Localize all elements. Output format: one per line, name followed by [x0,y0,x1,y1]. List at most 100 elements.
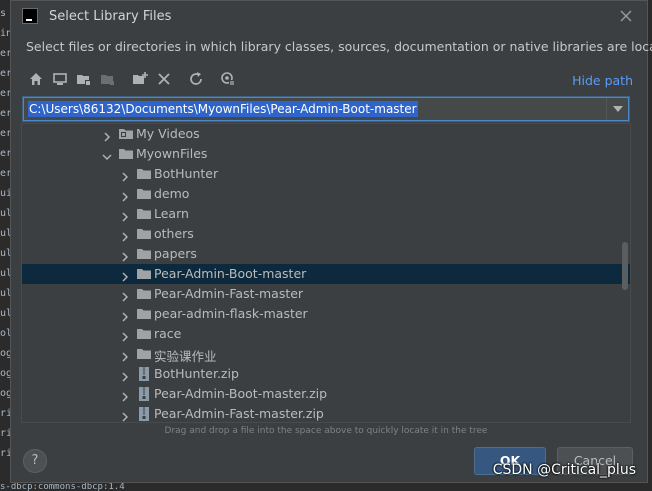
tree-row[interactable]: My Videos [22,124,630,144]
background-text-fragment: ul [0,308,10,319]
chevron-right-icon[interactable] [120,368,130,382]
background-status-text: s-dbcp:commons-dbcp:1.4 [0,483,652,491]
background-text-fragment: ri [0,408,10,419]
tree-row[interactable]: Learn [22,204,630,224]
tree-row-label: pear-admin-flask-master [154,306,308,321]
tree-row[interactable]: Pear-Admin-Fast-master.zip [22,404,630,422]
background-text-fragment: ri [0,448,10,459]
folder-icon [136,166,152,182]
tree-row-label: BotHunter.zip [154,366,239,381]
tree-row[interactable]: BotHunter [22,164,630,184]
chevron-right-icon[interactable] [120,228,130,242]
path-dropdown-button[interactable] [606,98,628,120]
zip-archive-icon [136,386,152,402]
chevron-right-icon[interactable] [120,408,130,422]
tree-row-label: race [154,326,182,341]
chevron-right-icon[interactable] [120,288,130,302]
folder-icon [118,146,134,162]
background-text-fragment: in [0,28,10,39]
background-text-fragment: er [0,148,10,159]
tree-row[interactable]: 实验课作业 [22,344,630,364]
tree-row[interactable]: Pear-Admin-Fast-master [22,284,630,304]
new-folder-button[interactable] [129,68,151,90]
background-text-fragment: er [0,68,10,79]
refresh-button[interactable] [185,68,207,90]
folder-icon [136,206,152,222]
tree-row-label: Pear-Admin-Boot-master.zip [154,386,328,401]
dialog-title: Select Library Files [49,9,172,24]
zip-archive-icon [136,406,152,422]
chevron-right-icon[interactable] [102,128,112,142]
path-combobox[interactable]: C:\Users\86132\Documents\MyownFiles\Pear… [23,97,629,121]
delete-button[interactable] [153,68,175,90]
background-text-fragment: ul [0,208,10,219]
tree-row-label: Pear-Admin-Fast-master [154,286,304,301]
chevron-right-icon[interactable] [120,208,130,222]
chevron-right-icon[interactable] [120,348,130,362]
background-text-fragment: er [0,168,10,179]
tree-row[interactable]: papers [22,244,630,264]
hide-path-link[interactable]: Hide path [572,73,633,88]
background-text-fragment: s [0,8,7,19]
home-button[interactable] [25,68,47,90]
module-directory-button[interactable] [97,68,119,90]
background-text-fragment: ul [0,288,10,299]
intellij-app-icon [22,8,38,24]
tree-row[interactable]: race [22,324,630,344]
desktop-button[interactable] [49,68,71,90]
tree-row[interactable]: MyownFiles [22,144,630,164]
close-button[interactable] [615,5,637,27]
tree-scrollbar[interactable] [620,124,630,422]
folder-icon [136,266,152,282]
file-chooser-toolbar [25,68,485,92]
background-editor-strip: s in er er er er er er er ui ul ul ul ul ul ul ol og og og r… [0,0,10,491]
chevron-right-icon[interactable] [120,188,130,202]
folder-icon [136,326,152,342]
tree-row-label: Pear-Admin-Boot-master [154,266,307,281]
folder-icon [136,186,152,202]
background-text-fragment: og [0,368,10,379]
tree-row[interactable]: Pear-Admin-Boot-master.zip [22,384,630,404]
tree-row[interactable]: pear-admin-flask-master [22,304,630,324]
tree-row-label: Learn [154,206,189,221]
select-library-files-dialog: Select Library Files Select files or dir… [10,0,652,483]
chevron-right-icon[interactable] [120,248,130,262]
delete-icon [158,73,170,85]
title-bar: Select Library Files [11,1,647,33]
show-hidden-icon [221,72,235,86]
refresh-icon [190,72,202,85]
background-text-fragment: ul [0,228,10,239]
file-tree[interactable]: Pear-Admin-Fast-master.zip Pear-Admin-Boo… [21,123,631,423]
show-hidden-files-button[interactable] [217,68,239,90]
close-icon [620,10,632,22]
help-button[interactable]: ? [23,449,47,473]
chevron-right-icon[interactable] [120,388,130,402]
folder-icon [136,346,152,362]
project-directory-button[interactable] [73,68,95,90]
folder-icon [136,226,152,242]
background-text-fragment: er [0,88,10,99]
scrollbar-thumb[interactable] [622,242,628,290]
background-text-fragment: og [0,348,10,359]
folder-icon [136,246,152,262]
tree-row-label: papers [154,246,197,261]
background-text-fragment: er [0,128,10,139]
chevron-right-icon[interactable] [120,268,130,282]
tree-row[interactable]: BotHunter.zip [22,364,630,384]
zip-archive-icon [136,366,152,382]
tree-row[interactable]: demo [22,184,630,204]
new-folder-icon [133,72,148,84]
tree-row-label: 实验课作业 [154,349,217,364]
chevron-right-icon[interactable] [120,328,130,342]
tree-row-label: others [154,226,194,241]
tree-row[interactable]: others [22,224,630,244]
desktop-icon [53,73,67,85]
background-text-fragment: ol [0,328,10,339]
background-text-fragment: er [0,108,10,119]
drag-drop-hint: Drag and drop a file into the space abov… [164,426,488,436]
chevron-right-icon[interactable] [120,308,130,322]
chevron-right-icon[interactable] [120,168,130,182]
tree-row[interactable]: Pear-Admin-Boot-master [22,264,630,284]
chevron-down-icon[interactable] [102,148,112,161]
path-input[interactable]: C:\Users\86132\Documents\MyownFiles\Pear… [28,101,418,117]
